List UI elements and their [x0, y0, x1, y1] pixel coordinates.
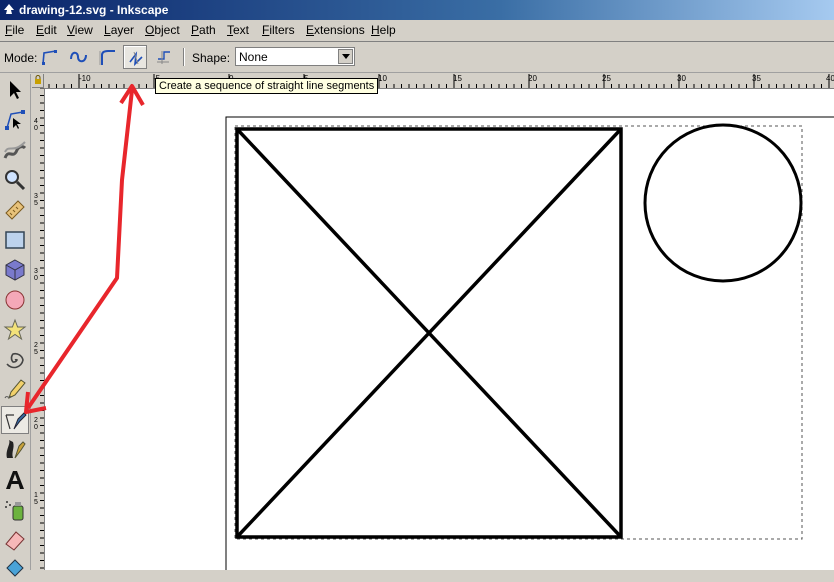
eraser-tool-icon [5, 531, 25, 551]
ellipse-tool-icon [5, 290, 25, 310]
drawing-canvas[interactable] [45, 89, 834, 570]
text-tool-icon [6, 471, 24, 489]
ruler-corner [32, 74, 44, 88]
ruler-label: -10 [79, 74, 91, 83]
straight-line-segments-icon [129, 51, 143, 67]
toolbar-separator [183, 48, 185, 66]
bspline-path-icon [99, 50, 115, 65]
canvas-drawing [225, 116, 834, 570]
ruler-label: 3 5 [34, 193, 38, 207]
pencil-tool-icon [4, 379, 26, 399]
selector-tool[interactable] [1, 76, 29, 104]
mode-tooltip: Create a sequence of straight line segme… [155, 78, 379, 94]
shape-select-value: None [239, 50, 268, 64]
node-tool[interactable] [1, 106, 29, 134]
node-tool-icon [5, 110, 25, 130]
regular-bezier-icon [42, 50, 57, 65]
mode-label: Mode: [4, 51, 38, 65]
paint-bucket-tool-icon [6, 559, 24, 577]
star-tool[interactable] [1, 316, 29, 344]
pen-tool[interactable] [1, 406, 29, 434]
paraxial-line-segments-icon [157, 51, 170, 64]
zoom-tool[interactable] [1, 166, 29, 194]
rect-tool-icon [5, 231, 25, 249]
ruler-label: 4 0 [34, 118, 38, 132]
toolbox [0, 74, 31, 577]
ruler-label: 20 [528, 74, 537, 83]
shape-dropdown-button[interactable] [338, 49, 353, 64]
menu-object[interactable]: Object [145, 23, 180, 37]
spiro-path-button[interactable] [67, 45, 91, 69]
spiral-tool-icon [6, 352, 24, 369]
ruler-label: 1 5 [34, 492, 38, 506]
ruler-label: 40 [826, 74, 834, 83]
spiro-path-icon [70, 51, 87, 63]
text-tool[interactable] [1, 466, 29, 494]
pencil-tool[interactable] [1, 376, 29, 404]
ruler-label: 15 [453, 74, 462, 83]
ruler-label: 10 [378, 74, 387, 83]
menu-layer[interactable]: Layer [104, 23, 134, 37]
calligraphy-tool-icon [6, 440, 26, 459]
3dbox-tool[interactable] [1, 256, 29, 284]
zoom-tool-icon [5, 170, 26, 191]
ruler-label: 2 5 [34, 342, 38, 356]
spiral-tool[interactable] [1, 346, 29, 374]
regular-bezier-button[interactable] [38, 45, 62, 69]
tweak-tool[interactable] [1, 136, 29, 164]
horizontal-ruler: -10 -5 0 5 10 15 20 25 30 35 40 [32, 74, 834, 89]
spray-tool[interactable] [1, 496, 29, 524]
menu-extensions[interactable]: Extensions [306, 23, 365, 37]
toolbar-bottom-separator [0, 72, 834, 73]
paraxial-line-segments-button[interactable] [152, 45, 176, 69]
menu-view[interactable]: View [67, 23, 93, 37]
menu-text[interactable]: Text [227, 23, 249, 37]
selector-tool-icon [10, 81, 21, 99]
pen-tool-icon [5, 412, 27, 430]
title-bar: drawing-12.svg - Inkscape [0, 0, 834, 20]
tool-controls-bar: Mode: Shape: [0, 42, 834, 72]
lock-icon [35, 75, 41, 84]
menu-file[interactable]: File [5, 23, 24, 37]
ruler-label: 3 0 [34, 268, 38, 282]
menu-edit[interactable]: Edit [36, 23, 57, 37]
star-tool-icon [3, 318, 27, 341]
eraser-tool[interactable] [1, 526, 29, 554]
chevron-down-icon [342, 54, 350, 59]
shape-select[interactable]: None [235, 47, 355, 66]
3dbox-tool-icon [5, 259, 25, 281]
ellipse-tool[interactable] [1, 286, 29, 314]
vertical-ruler: 4 0 3 5 3 0 2 5 2 0 1 5 [32, 88, 45, 570]
window-title: drawing-12.svg - Inkscape [19, 3, 169, 17]
tweak-tool-icon [3, 141, 27, 159]
ruler-label: 35 [752, 74, 761, 83]
calligraphy-tool[interactable] [1, 436, 29, 464]
menu-bar: File Edit View Layer Object Path Text Fi… [0, 20, 834, 40]
shape-label: Shape: [192, 51, 231, 65]
page-border [225, 116, 834, 570]
inkscape-logo-icon [4, 4, 14, 14]
bspline-path-button[interactable] [96, 45, 120, 69]
menu-filters[interactable]: Filters [262, 23, 295, 37]
rect-tool[interactable] [1, 226, 29, 254]
spray-tool-icon [5, 501, 24, 521]
ruler-label: 25 [602, 74, 611, 83]
menu-help[interactable]: Help [371, 23, 396, 37]
ruler-label: 30 [677, 74, 686, 83]
measure-tool-icon [5, 200, 25, 220]
paint-bucket-tool[interactable] [1, 554, 29, 582]
menu-path[interactable]: Path [191, 23, 216, 37]
straight-line-segments-button[interactable] [123, 45, 147, 69]
measure-tool[interactable] [1, 196, 29, 224]
ruler-label: 2 0 [34, 417, 38, 431]
